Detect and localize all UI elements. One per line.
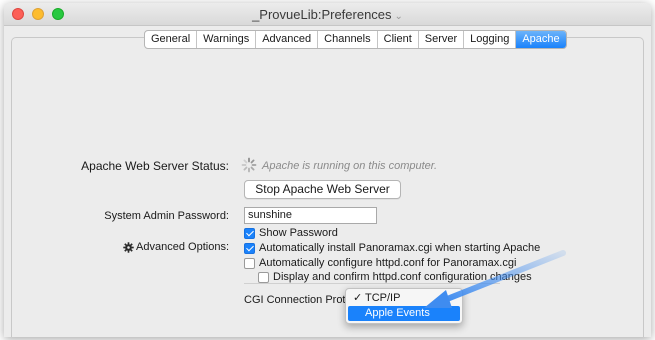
tab-client[interactable]: Client [378, 31, 419, 48]
menu-item-tcp-ip-label: TCP/IP [365, 292, 401, 304]
window-title: _ProvueLib:Preferences ⌄ [4, 7, 651, 22]
stop-apache-button[interactable]: Stop Apache Web Server [244, 180, 401, 199]
auto-configure-row[interactable]: Automatically configure httpd.conf for P… [244, 257, 516, 269]
password-label: System Admin Password: [104, 210, 229, 222]
tab-server[interactable]: Server [419, 31, 465, 48]
tab-general[interactable]: General [145, 31, 198, 48]
show-password-label: Show Password [259, 227, 338, 239]
status-label: Apache Web Server Status: [81, 159, 229, 173]
tab-bar: General Warnings Advanced Channels Clien… [144, 30, 567, 49]
password-field[interactable]: sunshine [244, 207, 377, 224]
window-title-text: _ProvueLib:Preferences [252, 7, 392, 22]
auto-install-checkbox[interactable] [244, 242, 255, 254]
auto-install-label: Automatically install Panoramax.cgi when… [259, 242, 541, 254]
tab-warnings[interactable]: Warnings [197, 31, 257, 48]
show-password-row[interactable]: Show Password [244, 227, 338, 239]
menu-item-apple-events-label: Apple Events [365, 307, 430, 319]
gear-icon [123, 241, 134, 253]
advanced-options-label: Advanced Options: [123, 241, 229, 253]
preferences-window: _ProvueLib:Preferences ⌄ General Warnings… [4, 3, 651, 337]
checkmark-icon: ✓ [353, 292, 363, 304]
chevron-down-icon[interactable]: ⌄ [395, 11, 403, 22]
menu-item-tcp-ip[interactable]: ✓ TCP/IP [348, 291, 460, 306]
cgi-protocol-menu[interactable]: ✓ TCP/IP Apple Events [345, 288, 463, 324]
divider [244, 283, 500, 284]
title-bar: _ProvueLib:Preferences ⌄ [4, 3, 651, 26]
status-text: Apache is running on this computer. [262, 160, 438, 172]
advanced-options-text: Advanced Options: [136, 241, 229, 253]
tab-advanced[interactable]: Advanced [256, 31, 319, 48]
tab-apache[interactable]: Apache [516, 31, 566, 48]
auto-install-row[interactable]: Automatically install Panoramax.cgi when… [244, 242, 540, 254]
display-confirm-checkbox[interactable] [258, 271, 269, 283]
show-password-checkbox[interactable] [244, 227, 255, 239]
auto-configure-label: Automatically configure httpd.conf for P… [259, 257, 517, 269]
tab-logging[interactable]: Logging [464, 31, 517, 48]
display-confirm-row[interactable]: Display and confirm httpd.conf configura… [258, 271, 532, 283]
display-confirm-label: Display and confirm httpd.conf configura… [273, 271, 532, 283]
menu-item-apple-events[interactable]: Apple Events [348, 306, 460, 321]
spinner-icon [241, 157, 257, 173]
auto-configure-checkbox[interactable] [244, 257, 255, 269]
tab-channels[interactable]: Channels [318, 31, 378, 48]
